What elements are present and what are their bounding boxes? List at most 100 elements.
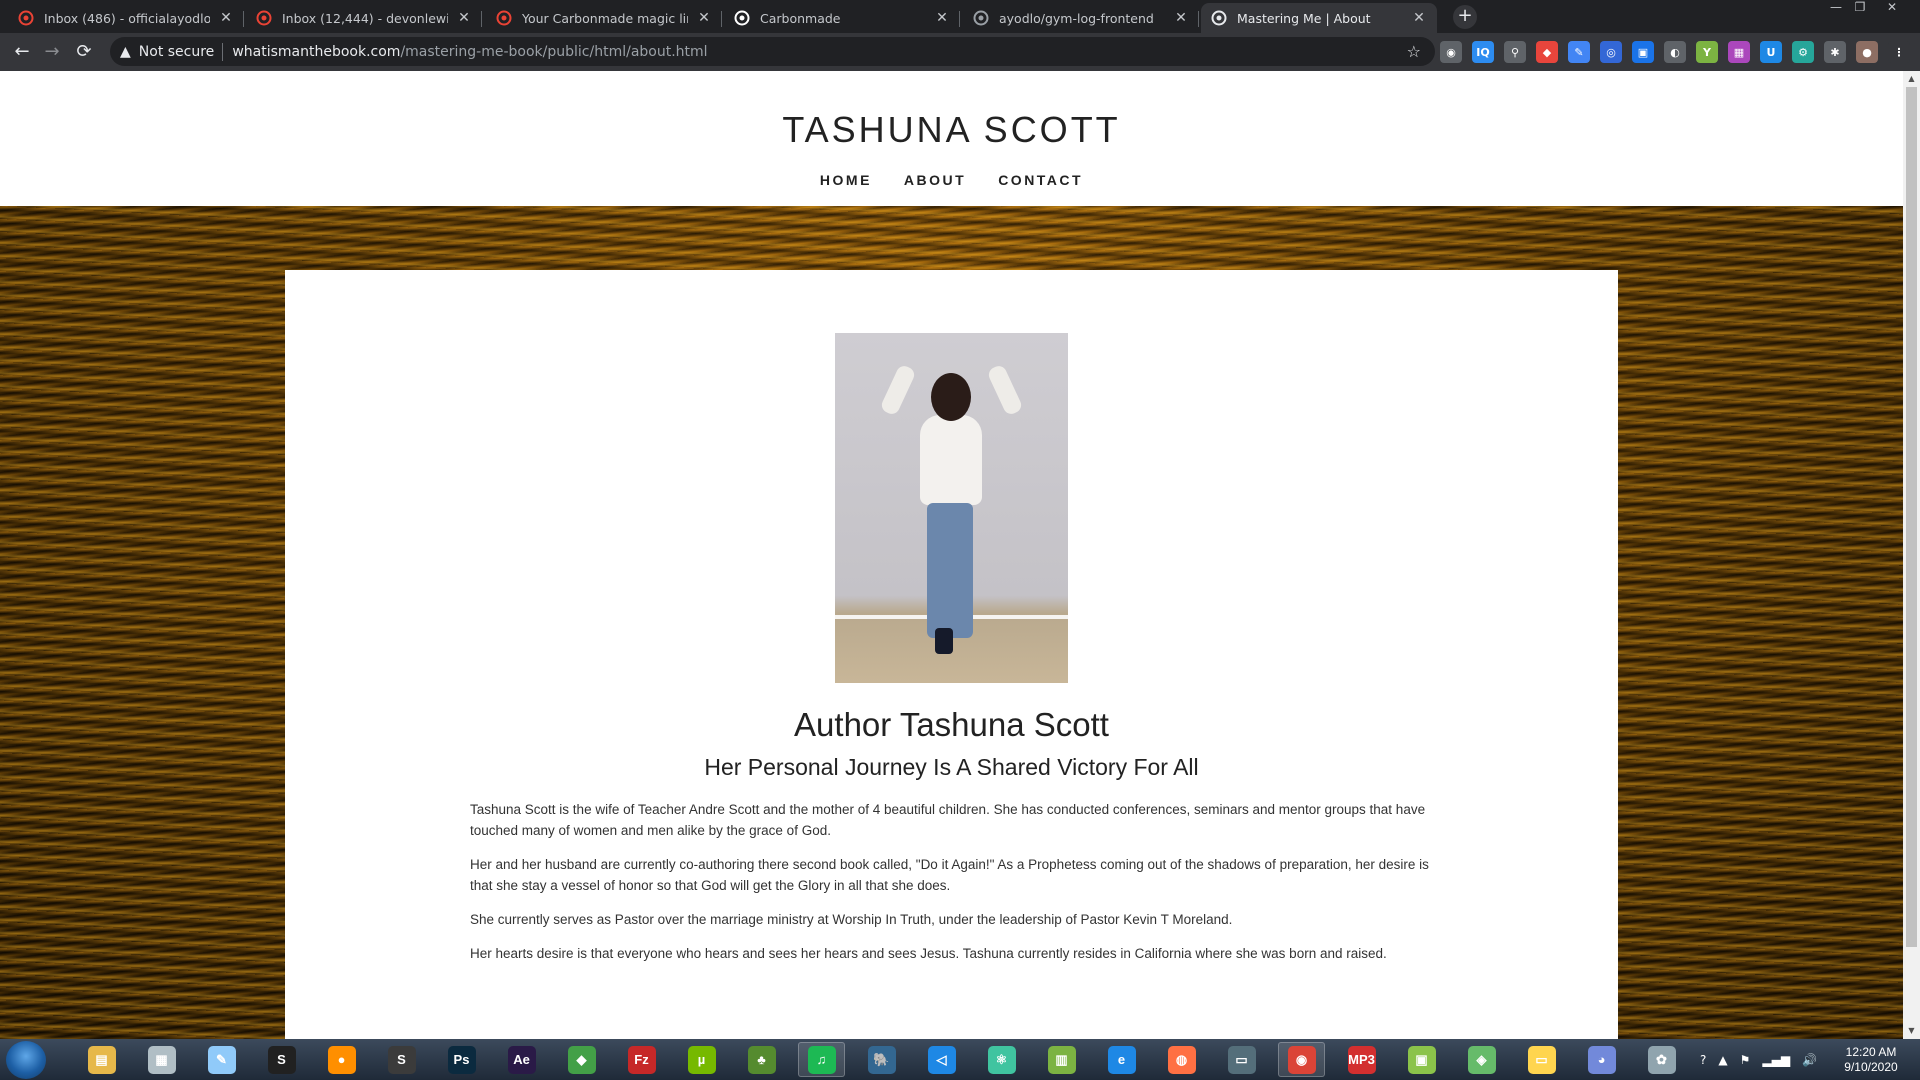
u-extension-icon[interactable]: U (1760, 41, 1782, 63)
bio-paragraph: Her hearts desire is that everyone who h… (470, 946, 1387, 961)
page-scrollbar[interactable]: ▲ ▼ (1903, 71, 1920, 1039)
extensions-bar: ◉ IQ ⚲ ◆ ✎ ◎ ▣ ◐ Y ▦ U ⚙ ✱ ● ⋮ (1440, 41, 1910, 63)
nav-link-contact[interactable]: CONTACT (998, 172, 1083, 188)
file-explorer-icon[interactable]: ▤ (78, 1042, 125, 1077)
tab-title: Mastering Me | About (1237, 10, 1371, 26)
tab-close-icon[interactable]: ✕ (456, 10, 472, 26)
taskbar-app-glyph: ♫ (807, 1045, 836, 1074)
security-label[interactable]: Not secure (139, 44, 215, 60)
taskbar-app-glyph: ▤ (87, 1045, 116, 1074)
menu-kebab-icon[interactable]: ⋮ (1888, 41, 1910, 63)
tree-app-icon[interactable]: ♣ (738, 1042, 785, 1077)
filezilla-icon[interactable]: Fz (618, 1042, 665, 1077)
author-photo (835, 333, 1068, 683)
chrome-icon[interactable]: ◉ (1278, 1042, 1325, 1077)
color-extension-icon[interactable]: ◆ (1536, 41, 1558, 63)
scroll-up-arrow-icon[interactable]: ▲ (1907, 74, 1916, 83)
taskbar-app-glyph: ▣ (1407, 1045, 1436, 1074)
calculator-icon[interactable]: ▦ (138, 1042, 185, 1077)
reload-button[interactable]: ⟳ (74, 42, 94, 62)
nav-link-home[interactable]: HOME (820, 172, 872, 188)
palette-extension-icon[interactable]: ▦ (1728, 41, 1750, 63)
browser-tab[interactable]: Carbonmade ✕ (724, 3, 960, 33)
lens-extension-icon[interactable]: ◉ (1440, 41, 1462, 63)
browser-tab[interactable]: Inbox (486) - officialayodlo@gm ✕ (8, 3, 244, 33)
profile-avatar-icon[interactable]: ● (1856, 41, 1878, 63)
browser-tab[interactable]: Mastering Me | About ✕ (1201, 3, 1437, 33)
address-path[interactable]: /mastering-me-book/public/html/about.htm… (400, 44, 707, 60)
photo-figure-body (920, 415, 982, 505)
mango-icon[interactable]: ● (318, 1042, 365, 1077)
spotify-icon[interactable]: ♫ (798, 1042, 845, 1077)
atom-icon[interactable]: ⚛ (978, 1042, 1025, 1077)
network-signal-icon[interactable]: ▂▄▆ (1762, 1053, 1790, 1067)
restore-button[interactable]: ❐ (1848, 0, 1872, 16)
scrollbar-thumb[interactable] (1906, 87, 1917, 947)
tab-title: ayodlo/gym-log-frontend (999, 10, 1154, 26)
iq-extension-icon[interactable]: IQ (1472, 41, 1494, 63)
bluestacks-icon[interactable]: ◈ (1458, 1042, 1505, 1077)
address-host[interactable]: whatismanthebook.com (232, 44, 400, 60)
tab-close-icon[interactable]: ✕ (1173, 10, 1189, 26)
forward-button[interactable]: → (42, 42, 62, 62)
vscode-icon[interactable]: ◁ (918, 1042, 965, 1077)
terminal-icon[interactable]: ▭ (1218, 1042, 1265, 1077)
help-icon[interactable]: ? (1700, 1053, 1706, 1067)
browser-toolbar: ← → ⟳ ▲ Not secure whatismanthebook.com /… (0, 33, 1920, 71)
mp3-converter-icon[interactable]: MP3 (1338, 1042, 1385, 1077)
folder-icon[interactable]: ▭ (1518, 1042, 1565, 1077)
utorrent-icon[interactable]: µ (678, 1042, 725, 1077)
gear-extension-icon[interactable]: ⚙ (1792, 41, 1814, 63)
firefox-icon[interactable]: ◍ (1158, 1042, 1205, 1077)
puzzle-extension-icon[interactable]: ✱ (1824, 41, 1846, 63)
y-extension-icon[interactable]: Y (1696, 41, 1718, 63)
taskbar-app-glyph: ◈ (1467, 1045, 1496, 1074)
diamond-app-icon[interactable]: ◆ (558, 1042, 605, 1077)
browser-tab[interactable]: Your Carbonmade magic link - S ✕ (486, 3, 722, 33)
warning-icon[interactable]: ▲ (120, 44, 131, 60)
taskbar-app-glyph: ▭ (1227, 1045, 1256, 1074)
window-close-button[interactable]: ✕ (1880, 0, 1904, 16)
tab-title: Carbonmade (760, 10, 841, 26)
postgres-icon[interactable]: 🐘 (858, 1042, 905, 1077)
back-button[interactable]: ← (12, 42, 32, 62)
volume-icon[interactable]: 🔊 (1802, 1053, 1817, 1067)
notepad-icon[interactable]: ✎ (198, 1042, 245, 1077)
internet-explorer-icon[interactable]: e (1098, 1042, 1145, 1077)
after-effects-icon[interactable]: Ae (498, 1042, 545, 1077)
new-tab-button[interactable]: + (1453, 5, 1477, 29)
chart-app-icon[interactable]: ▥ (1038, 1042, 1085, 1077)
app-s-circle-icon[interactable]: S (258, 1042, 305, 1077)
taskbar-app-glyph: Ae (507, 1045, 536, 1074)
tab-close-icon[interactable]: ✕ (218, 10, 234, 26)
start-button[interactable] (6, 1041, 46, 1079)
action-center-flag-icon[interactable]: ⚑ (1740, 1053, 1751, 1067)
tray-expand-icon[interactable]: ▲ (1718, 1053, 1727, 1067)
search-extension-icon[interactable]: ⚲ (1504, 41, 1526, 63)
paint-icon[interactable]: ✿ (1638, 1042, 1685, 1077)
refresh-extension-icon[interactable]: ◐ (1664, 41, 1686, 63)
scroll-down-arrow-icon[interactable]: ▼ (1907, 1026, 1916, 1035)
gmail-icon (18, 10, 34, 26)
tab-separator (959, 11, 960, 27)
address-bar[interactable]: ▲ Not secure whatismanthebook.com/master… (110, 37, 1435, 66)
green-app-icon[interactable]: ▣ (1398, 1042, 1445, 1077)
tab-close-icon[interactable]: ✕ (1411, 10, 1427, 26)
taskbar-clock[interactable]: 12:20 AM 9/10/2020 (1826, 1045, 1916, 1075)
bookmark-star-icon[interactable]: ☆ (1407, 42, 1421, 61)
tab-close-icon[interactable]: ✕ (934, 10, 950, 26)
browser-tab[interactable]: Inbox (12,444) - devonlewis808@ ✕ (246, 3, 482, 33)
taskbar-app-glyph: Ps (447, 1045, 476, 1074)
nav-link-about[interactable]: ABOUT (904, 172, 966, 188)
wappalyzer-extension-icon[interactable]: ◎ (1600, 41, 1622, 63)
discord-icon[interactable]: ◕ (1578, 1042, 1625, 1077)
minimize-button[interactable]: — (1824, 0, 1848, 16)
browser-tab[interactable]: ayodlo/gym-log-frontend ✕ (963, 3, 1199, 33)
pen-extension-icon[interactable]: ✎ (1568, 41, 1590, 63)
taskbar-app-glyph: ● (327, 1045, 356, 1074)
photoshop-icon[interactable]: Ps (438, 1042, 485, 1077)
sublime-text-icon[interactable]: S (378, 1042, 425, 1077)
tab-close-icon[interactable]: ✕ (696, 10, 712, 26)
window-extension-icon[interactable]: ▣ (1632, 41, 1654, 63)
photo-figure-arm-left (879, 363, 917, 417)
